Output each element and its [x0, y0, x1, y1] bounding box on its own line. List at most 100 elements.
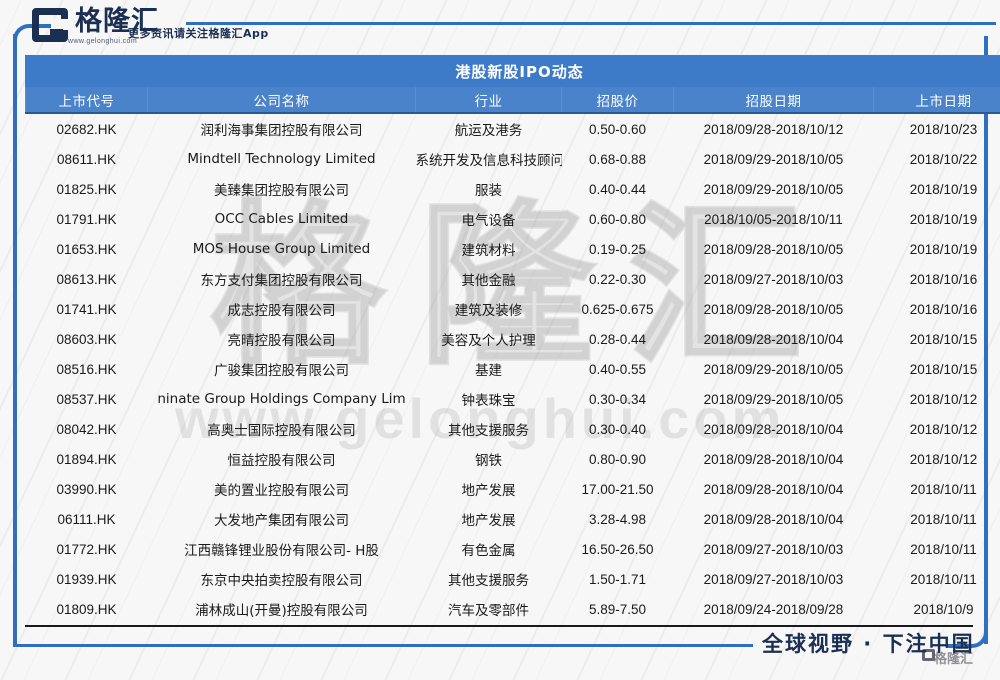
- column-header-name[interactable]: 公司名称: [147, 86, 416, 114]
- table-row[interactable]: 08537.HK ninate Group Holdings Company Li…: [26, 384, 1000, 414]
- header-tagline: 更多资讯请关注格隆汇App: [128, 27, 269, 40]
- table-row[interactable]: 08611.HK Mindtell Technology Limited 系统开发及…: [26, 144, 1000, 174]
- table-bottom-border: [25, 625, 973, 627]
- cell-code: 01939.HK: [56, 571, 117, 587]
- cell-company-name: 大发地产集团有限公司: [214, 513, 349, 529]
- cell-industry: 钢铁: [475, 453, 502, 469]
- cell-listing-date: 2018/10/19: [909, 211, 978, 227]
- cell-offer-price: 0.50-0.60: [588, 121, 647, 137]
- table-header-row: 上市代号 公司名称 行业 招股价 招股日期 上市日期: [25, 86, 1000, 114]
- cell-company-name: 江西赣锋锂业股份有限公司- H股: [184, 543, 379, 559]
- table-row[interactable]: 01791.HK OCC Cables Limited 电气设备 0.60-0.80 2…: [26, 204, 1000, 234]
- cell-industry: 其他金融: [461, 273, 516, 289]
- column-header-code[interactable]: 上市代号: [25, 86, 148, 114]
- ipo-table-container: 港股新股IPO动态 上市代号 公司名称 行业 招股价 招股日期 上市日期 026…: [24, 55, 1000, 624]
- table-row[interactable]: 08603.HK 亮晴控股有限公司 美容及个人护理 0.28-0.44 2018/09/…: [26, 324, 1000, 354]
- table-row[interactable]: 08516.HK 广骏集团控股有限公司 基建 0.40-0.55 2018/09/29-…: [26, 354, 1000, 384]
- cell-offer-price: 1.50-1.71: [588, 571, 647, 587]
- cell-industry: 美容及个人护理: [441, 333, 536, 349]
- cell-offer-period: 2018/10/05-2018/10/11: [704, 211, 843, 227]
- cell-company-name: OCC Cables Limited: [214, 211, 349, 227]
- cell-company-name: ninate Group Holdings Company Lim: [157, 391, 406, 407]
- column-header-price[interactable]: 招股价: [561, 86, 674, 114]
- cell-listing-date: 2018/10/22: [909, 151, 978, 167]
- gelonghui-g-icon: [32, 8, 69, 42]
- column-header-offer-period[interactable]: 招股日期: [673, 86, 874, 114]
- cell-offer-period: 2018/09/29-2018/10/05: [703, 181, 844, 197]
- cell-code: 08611.HK: [56, 151, 117, 167]
- cell-offer-period: 2018/09/27-2018/10/03: [703, 271, 844, 287]
- cell-offer-period: 2018/09/28-2018/10/05: [703, 241, 844, 257]
- table-row[interactable]: 01894.HK 恒益控股有限公司 钢铁 0.80-0.90 2018/09/28-20…: [26, 444, 1000, 474]
- cell-code: 01809.HK: [56, 601, 117, 617]
- cell-offer-price: 0.28-0.44: [588, 331, 647, 347]
- table-row[interactable]: 08042.HK 高奥士国际控股有限公司 其他支援服务 0.30-0.40 2018/0…: [26, 414, 1000, 444]
- cell-offer-period: 2018/09/27-2018/10/03: [703, 541, 844, 557]
- cell-offer-period: 2018/09/28-2018/10/04: [703, 331, 844, 347]
- cell-offer-price: 5.89-7.50: [588, 601, 647, 617]
- ipo-table: 港股新股IPO动态 上市代号 公司名称 行业 招股价 招股日期 上市日期 026…: [24, 55, 1000, 624]
- cell-company-name: 广骏集团控股有限公司: [214, 363, 349, 379]
- cell-code: 03990.HK: [56, 481, 117, 497]
- cell-code: 01894.HK: [56, 451, 117, 467]
- cell-listing-date: 2018/10/12: [909, 421, 978, 437]
- cell-code: 01791.HK: [56, 211, 117, 227]
- cell-company-name: 美的置业控股有限公司: [214, 483, 349, 499]
- footer-divider-line: [13, 644, 753, 647]
- page-header: 格隆汇 www.gelonghui.com 更多资讯请关注格隆汇App: [0, 0, 1000, 50]
- cell-listing-date: 2018/10/11: [910, 541, 977, 557]
- cell-code: 01772.HK: [56, 541, 117, 557]
- cell-code: 01653.HK: [56, 241, 117, 257]
- cell-offer-price: 0.40-0.44: [588, 181, 647, 197]
- table-row[interactable]: 01653.HK MOS House Group Limited 建筑材料 0.19-…: [26, 234, 1000, 264]
- cell-industry: 地产发展: [461, 513, 516, 529]
- table-row[interactable]: 01741.HK 成志控股有限公司 建筑及装修 0.625-0.675 2018/09/…: [26, 294, 1000, 324]
- table-row[interactable]: 01809.HK 浦林成山(开曼)控股有限公司 汽车及零部件 5.89-7.50 201…: [26, 594, 1000, 624]
- cell-industry: 有色金属: [461, 543, 516, 559]
- table-row[interactable]: 02682.HK 润利海事集团控股有限公司 航运及港务 0.50-0.60 2018/0…: [26, 113, 1000, 144]
- cell-offer-period: 2018/09/28-2018/10/04: [703, 481, 844, 497]
- cell-code: 08613.HK: [56, 271, 117, 287]
- cell-listing-date: 2018/10/11: [910, 511, 977, 527]
- cell-listing-date: 2018/10/16: [909, 301, 978, 317]
- cell-company-name: 恒益控股有限公司: [227, 453, 336, 469]
- cell-company-name: 美臻集团控股有限公司: [214, 183, 349, 199]
- table-row[interactable]: 08613.HK 东方支付集团控股有限公司 其他金融 0.22-0.30 2018/09…: [26, 264, 1000, 294]
- cell-offer-period: 2018/09/29-2018/10/05: [703, 361, 844, 377]
- cell-company-name: 成志控股有限公司: [227, 303, 336, 319]
- cell-offer-price: 3.28-4.98: [588, 511, 647, 527]
- cell-industry: 其他支援服务: [448, 423, 529, 439]
- cell-offer-period: 2018/09/29-2018/10/05: [703, 151, 844, 167]
- cell-offer-price: 0.80-0.90: [588, 451, 647, 467]
- column-header-industry[interactable]: 行业: [415, 86, 562, 114]
- cell-code: 08537.HK: [56, 391, 117, 407]
- cell-company-name: 东方支付集团控股有限公司: [200, 273, 363, 289]
- cell-offer-period: 2018/09/29-2018/10/05: [703, 391, 844, 407]
- table-row[interactable]: 06111.HK 大发地产集团有限公司 地产发展 3.28-4.98 2018/09/2…: [26, 504, 1000, 534]
- table-row[interactable]: 01939.HK 东京中央拍卖控股有限公司 其他支援服务 1.50-1.71 2018/…: [26, 564, 1000, 594]
- cell-company-name: 润利海事集团控股有限公司: [200, 123, 363, 139]
- cell-offer-price: 0.30-0.40: [588, 421, 647, 437]
- cell-offer-period: 2018/09/28-2018/10/04: [703, 511, 844, 527]
- table-row[interactable]: 01772.HK 江西赣锋锂业股份有限公司- H股 有色金属 16.50-26.50 2…: [26, 534, 1000, 564]
- cell-industry: 钟表珠宝: [461, 393, 516, 409]
- cell-industry: 系统开发及信息科技顾问: [415, 153, 562, 169]
- cell-industry: 航运及港务: [454, 123, 523, 139]
- cell-offer-price: 0.625-0.675: [581, 301, 654, 317]
- header-divider-line: [186, 22, 996, 25]
- cell-offer-price: 0.60-0.80: [588, 211, 647, 227]
- cell-listing-date: 2018/10/19: [909, 241, 978, 257]
- cell-listing-date: 2018/10/15: [909, 361, 978, 377]
- cell-company-name: 东京中央拍卖控股有限公司: [200, 573, 363, 589]
- poster-page: 格隆汇 www.gelonghui.com 格隆汇 www.gelonghui.…: [0, 0, 1000, 680]
- table-row[interactable]: 01825.HK 美臻集团控股有限公司 服装 0.40-0.44 2018/09/29-…: [26, 174, 1000, 204]
- cell-offer-period: 2018/09/24-2018/09/28: [703, 601, 844, 617]
- footer-brand-name: 格隆汇: [934, 652, 974, 667]
- cell-listing-date: 2018/10/12: [909, 451, 978, 467]
- cell-listing-date: 2018/10/23: [909, 121, 978, 137]
- cell-offer-period: 2018/09/28-2018/10/04: [703, 451, 844, 467]
- cell-company-name: 浦林成山(开曼)控股有限公司: [195, 603, 368, 619]
- column-header-listing-date[interactable]: 上市日期: [872, 86, 1000, 114]
- table-row[interactable]: 03990.HK 美的置业控股有限公司 地产发展 17.00-21.50 2018/09…: [26, 474, 1000, 504]
- cell-offer-price: 0.19-0.25: [588, 241, 647, 257]
